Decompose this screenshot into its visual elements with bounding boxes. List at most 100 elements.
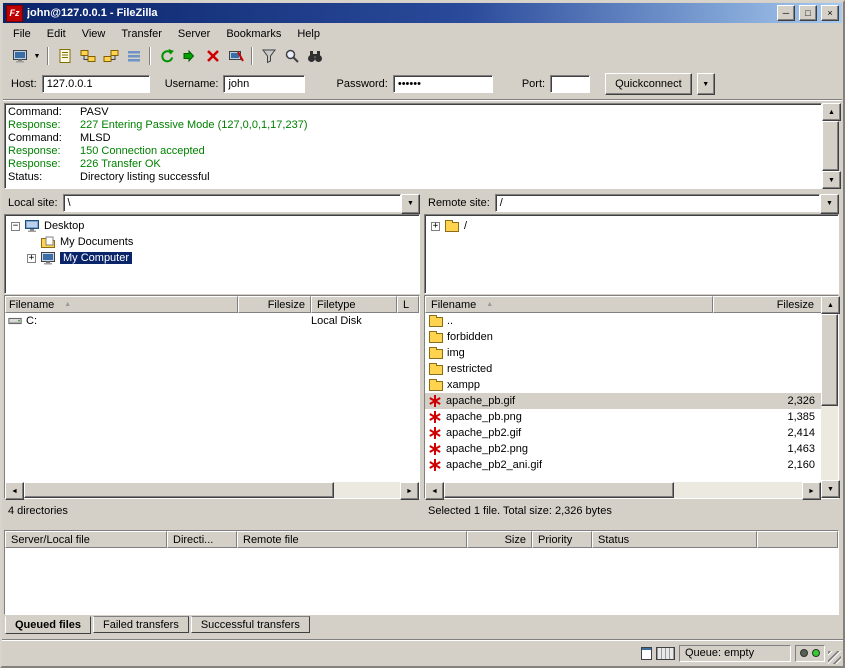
- port-input[interactable]: [550, 75, 590, 93]
- host-input[interactable]: [42, 75, 150, 93]
- password-input[interactable]: [393, 75, 493, 93]
- log-line: Response:227 Entering Passive Mode (127,…: [8, 119, 818, 132]
- log-scrollbar[interactable]: ▲ ▼: [822, 103, 839, 189]
- filter-icon[interactable]: [257, 45, 280, 67]
- local-site-value[interactable]: \: [63, 194, 401, 212]
- compare-icon[interactable]: [280, 45, 303, 67]
- local-horizontal-scrollbar[interactable]: ◄ ►: [5, 482, 419, 498]
- tree-item-my-documents[interactable]: My Documents: [7, 234, 417, 250]
- tree-item-label-selected: My Computer: [60, 252, 132, 264]
- scroll-left-icon[interactable]: ◄: [425, 482, 444, 500]
- expand-icon[interactable]: +: [431, 222, 440, 231]
- log-line: Command:PASV: [8, 106, 818, 119]
- collapse-icon[interactable]: −: [11, 222, 20, 231]
- column-header-priority[interactable]: Priority: [532, 531, 592, 548]
- scrollbar-thumb[interactable]: [444, 482, 674, 498]
- tab-queued-files[interactable]: Queued files: [5, 616, 91, 634]
- file-row[interactable]: ..: [425, 313, 821, 329]
- toggle-remote-tree-icon[interactable]: [99, 45, 122, 67]
- menu-view[interactable]: View: [74, 26, 114, 42]
- column-header-lastmodified[interactable]: L: [397, 296, 419, 313]
- file-row[interactable]: apache_pb.png 1,385: [425, 409, 821, 425]
- tree-item-desktop[interactable]: − Desktop: [7, 218, 417, 234]
- local-list-header: Filename▲ Filesize Filetype L: [5, 296, 419, 313]
- expand-icon[interactable]: +: [27, 254, 36, 263]
- refresh-icon[interactable]: [155, 45, 178, 67]
- toggle-message-log-icon[interactable]: [53, 45, 76, 67]
- menu-edit[interactable]: Edit: [39, 26, 74, 42]
- disconnect-icon[interactable]: [224, 45, 247, 67]
- file-row[interactable]: apache_pb2.png 1,463: [425, 441, 821, 457]
- column-header-filename[interactable]: Filename▲: [5, 296, 238, 313]
- password-label: Password:: [336, 78, 387, 90]
- file-row[interactable]: restricted: [425, 361, 821, 377]
- column-header-size[interactable]: Size: [467, 531, 532, 548]
- scroll-up-icon[interactable]: ▲: [821, 296, 840, 314]
- scroll-down-icon[interactable]: ▼: [821, 480, 840, 498]
- file-row-c-drive[interactable]: C: Local Disk: [5, 313, 419, 329]
- quickconnect-dropdown-icon[interactable]: ▼: [697, 73, 715, 95]
- remote-vertical-scrollbar[interactable]: ▲ ▼: [821, 296, 838, 498]
- scrollbar-thumb[interactable]: [24, 482, 334, 498]
- scroll-up-icon[interactable]: ▲: [822, 103, 841, 121]
- cancel-icon[interactable]: [201, 45, 224, 67]
- quickconnect-button[interactable]: Quickconnect: [605, 73, 692, 95]
- column-header-remote-file[interactable]: Remote file: [237, 531, 467, 548]
- process-queue-icon[interactable]: [178, 45, 201, 67]
- scroll-right-icon[interactable]: ►: [400, 482, 419, 500]
- menu-server[interactable]: Server: [170, 26, 218, 42]
- file-row[interactable]: forbidden: [425, 329, 821, 345]
- remote-site-combo[interactable]: / ▼: [495, 194, 839, 212]
- username-input[interactable]: [223, 75, 305, 93]
- local-site-row: Local site: \ ▼: [8, 192, 420, 213]
- resize-grip[interactable]: [828, 651, 841, 664]
- maximize-button[interactable]: □: [799, 5, 817, 21]
- file-row[interactable]: apache_pb2_ani.gif 2,160: [425, 457, 821, 473]
- local-site-combo[interactable]: \ ▼: [63, 194, 420, 212]
- minimize-button[interactable]: ─: [777, 5, 795, 21]
- column-header-filesize[interactable]: Filesize: [238, 296, 311, 313]
- file-row[interactable]: xampp: [425, 377, 821, 393]
- local-file-list: Filename▲ Filesize Filetype L C: Local D…: [4, 295, 420, 499]
- column-header-status[interactable]: Status: [592, 531, 757, 548]
- tree-item-my-computer[interactable]: + My Computer: [7, 250, 417, 266]
- scrollbar-thumb[interactable]: [821, 314, 838, 406]
- column-header-filename[interactable]: Filename▲: [425, 296, 713, 313]
- tree-item-root[interactable]: + /: [427, 218, 836, 234]
- scroll-left-icon[interactable]: ◄: [5, 482, 24, 500]
- menu-bookmarks[interactable]: Bookmarks: [218, 26, 289, 42]
- transfer-type-icon[interactable]: [641, 647, 652, 660]
- scroll-right-icon[interactable]: ►: [802, 482, 821, 500]
- column-header-filetype[interactable]: Filetype: [311, 296, 397, 313]
- file-row-selected[interactable]: apache_pb.gif 2,326: [425, 393, 821, 409]
- menu-transfer[interactable]: Transfer: [113, 26, 170, 42]
- scrollbar-thumb[interactable]: [822, 121, 839, 171]
- tab-failed-transfers[interactable]: Failed transfers: [93, 616, 189, 633]
- keyboard-icon[interactable]: [656, 647, 675, 660]
- statusbar: Queue: empty: [2, 639, 843, 666]
- filezilla-window: Fz john@127.0.0.1 - FileZilla ─ □ × File…: [0, 0, 845, 668]
- site-manager-icon[interactable]: [8, 45, 31, 67]
- remote-site-value[interactable]: /: [495, 194, 820, 212]
- titlebar[interactable]: Fz john@127.0.0.1 - FileZilla ─ □ ×: [3, 3, 842, 23]
- remote-site-dropdown-icon[interactable]: ▼: [820, 194, 839, 214]
- close-button[interactable]: ×: [821, 5, 839, 21]
- toggle-local-tree-icon[interactable]: [76, 45, 99, 67]
- maximize-icon: □: [805, 9, 810, 18]
- file-row[interactable]: apache_pb2.gif 2,414: [425, 425, 821, 441]
- remote-horizontal-scrollbar[interactable]: ◄ ►: [425, 482, 821, 498]
- column-header-server-local-file[interactable]: Server/Local file: [5, 531, 167, 548]
- scroll-down-icon[interactable]: ▼: [822, 171, 841, 189]
- message-log: Command:PASV Response:227 Entering Passi…: [4, 103, 822, 189]
- column-header-filesize[interactable]: Filesize: [713, 296, 823, 313]
- column-header-direction[interactable]: Directi...: [167, 531, 237, 548]
- menu-help[interactable]: Help: [289, 26, 328, 42]
- file-row[interactable]: img: [425, 345, 821, 361]
- local-site-dropdown-icon[interactable]: ▼: [401, 194, 420, 214]
- tab-successful-transfers[interactable]: Successful transfers: [191, 616, 310, 633]
- find-icon[interactable]: [303, 45, 326, 67]
- minimize-icon: ─: [783, 9, 789, 18]
- toggle-queue-icon[interactable]: [122, 45, 145, 67]
- site-manager-dropdown-icon[interactable]: ▼: [31, 45, 43, 67]
- menu-file[interactable]: File: [5, 26, 39, 42]
